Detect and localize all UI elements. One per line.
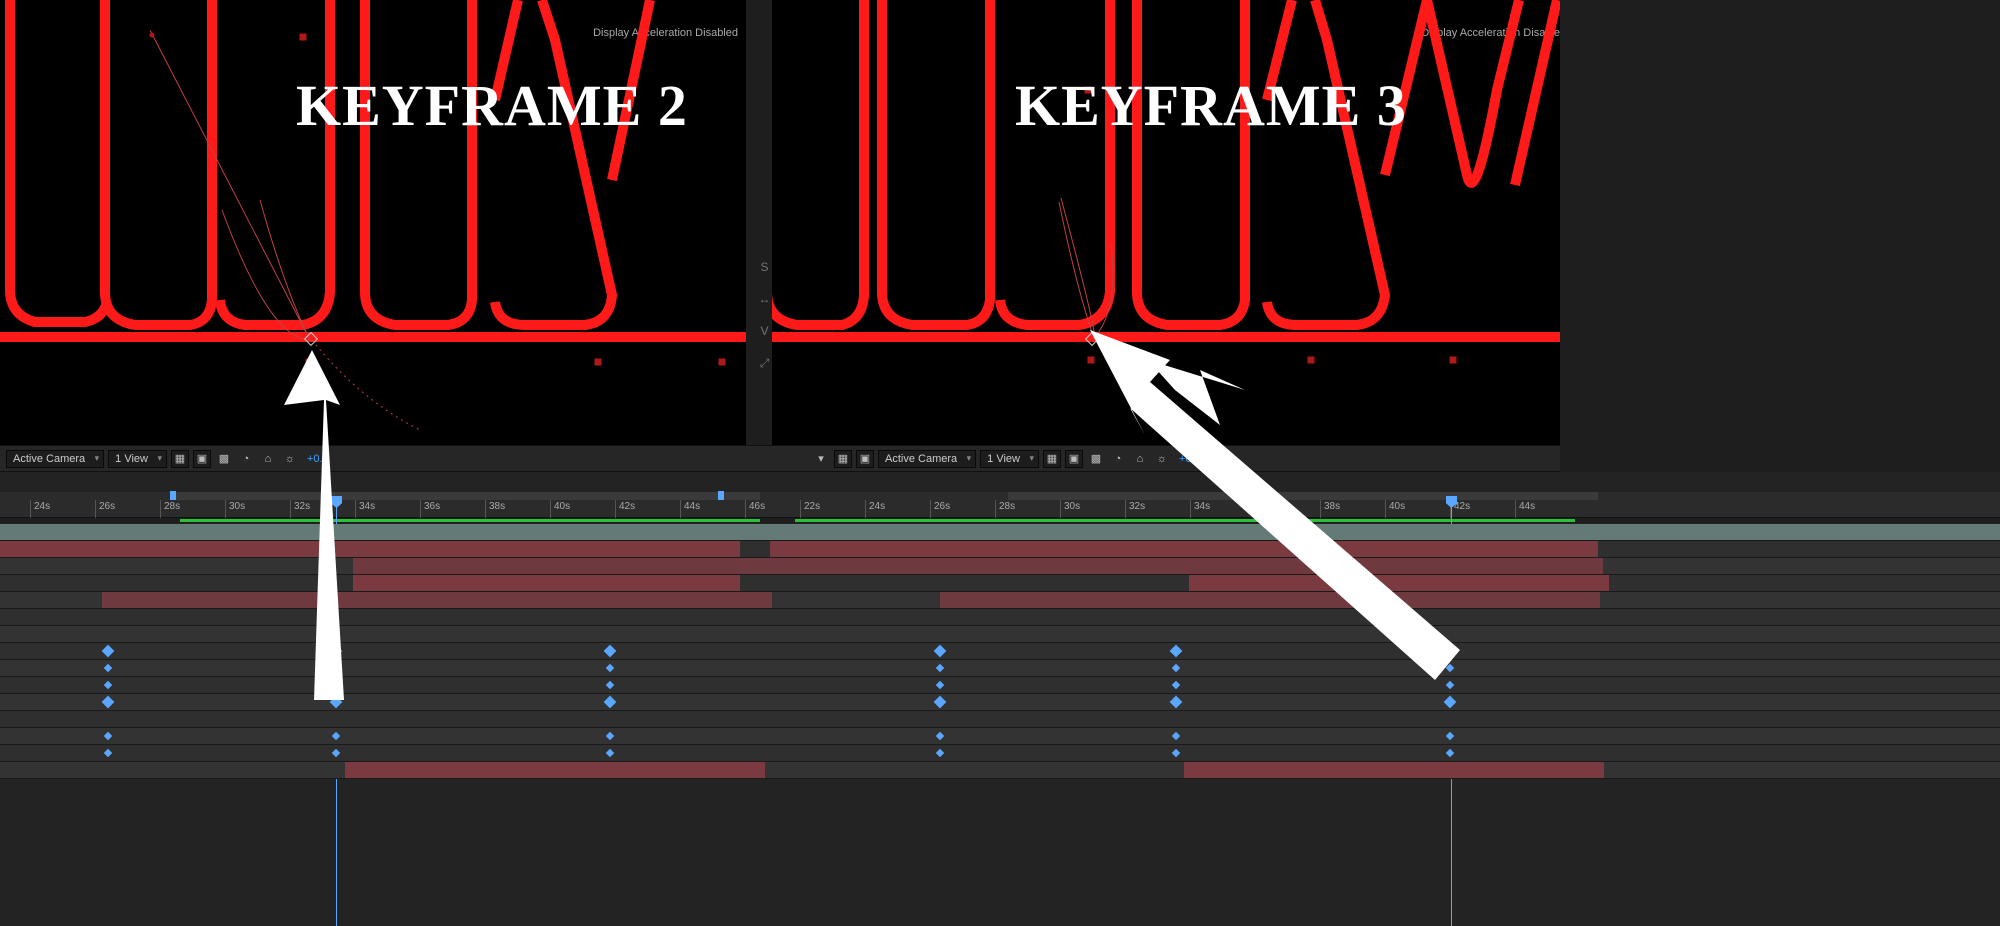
view-count-dropdown[interactable]: 1 View xyxy=(108,450,167,468)
motion-path[interactable] xyxy=(1049,190,1159,350)
layer-bar[interactable] xyxy=(353,575,740,591)
ruler-tick: 42s xyxy=(615,500,635,518)
render-time-icon[interactable]: ◔ xyxy=(237,450,255,468)
ruler-tick: 44s xyxy=(680,500,700,518)
ruler-tick: 46s xyxy=(745,500,765,518)
mask-toggle-icon[interactable]: ▣ xyxy=(856,450,874,468)
grid-icon[interactable]: ▦ xyxy=(171,450,189,468)
camera-icon[interactable]: ⌂ xyxy=(259,450,277,468)
layer-bar[interactable] xyxy=(770,541,938,557)
glyph-outline xyxy=(772,0,872,340)
layer-bar[interactable] xyxy=(1184,762,1604,778)
ruler-tick: 24s xyxy=(30,500,50,518)
active-camera-dropdown[interactable]: Active Camera xyxy=(6,450,104,468)
ruler-tick: 44s xyxy=(1515,500,1535,518)
ruler-tick: 24s xyxy=(865,500,885,518)
viewer-edge-toolbar: S ↔ V ⤢ xyxy=(758,260,771,371)
ruler-tick: 26s xyxy=(930,500,950,518)
layer-bar[interactable] xyxy=(100,541,740,557)
ruler-tick: 28s xyxy=(160,500,180,518)
bezier-handle[interactable] xyxy=(719,359,726,366)
ruler-tick: 36s xyxy=(420,500,440,518)
property-row[interactable] xyxy=(0,728,2000,745)
transparency-grid-icon[interactable]: ▩ xyxy=(215,450,233,468)
work-area-segment[interactable] xyxy=(170,492,760,500)
grid-icon[interactable]: ▦ xyxy=(834,450,852,468)
layer-bar[interactable] xyxy=(0,541,100,557)
annotation-label: KEYFRAME 3 xyxy=(1015,72,1407,139)
handles-icon[interactable]: ↔ xyxy=(758,292,771,306)
ruler-tick: 22s xyxy=(800,500,820,518)
snap-icon[interactable]: S xyxy=(758,260,771,274)
bezier-handle[interactable] xyxy=(595,359,602,366)
property-row[interactable] xyxy=(0,745,2000,762)
annotation-label: KEYFRAME 2 xyxy=(296,72,688,139)
ruler-tick: 26s xyxy=(95,500,115,518)
mask-toggle-icon[interactable]: ▣ xyxy=(1065,450,1083,468)
track-row[interactable] xyxy=(0,762,2000,779)
annotation-arrow xyxy=(1090,330,1490,690)
cached-frames xyxy=(180,519,760,522)
mask-toggle-icon[interactable]: ▣ xyxy=(193,450,211,468)
vertex-icon[interactable]: V xyxy=(758,324,771,338)
ruler-tick: 38s xyxy=(485,500,505,518)
layer-bar[interactable] xyxy=(102,592,772,608)
ruler-tick: 40s xyxy=(550,500,570,518)
ruler-tick: 28s xyxy=(995,500,1015,518)
active-camera-dropdown[interactable]: Active Camera xyxy=(878,450,976,468)
glyph-outline xyxy=(1127,0,1560,340)
view-count-dropdown[interactable]: 1 View xyxy=(980,450,1039,468)
ruler-tick: 30s xyxy=(1060,500,1080,518)
property-row[interactable] xyxy=(0,711,2000,728)
grid-icon[interactable]: ▦ xyxy=(1043,450,1061,468)
move-icon[interactable]: ⤢ xyxy=(758,356,771,371)
bezier-handle[interactable] xyxy=(300,34,307,41)
layer-bar[interactable] xyxy=(345,762,765,778)
ruler-tick: 30s xyxy=(225,500,245,518)
root: Display Acceleration Disabled xyxy=(0,0,2000,926)
viewer-footer-left: Active Camera 1 View ▦ ▣ ▩ ◔ ⌂ ☼ +0.0 xyxy=(0,445,772,472)
chevron-down-icon[interactable]: ▾ xyxy=(812,450,830,468)
annotation-arrow xyxy=(284,350,374,710)
path-vertex[interactable] xyxy=(150,33,155,38)
